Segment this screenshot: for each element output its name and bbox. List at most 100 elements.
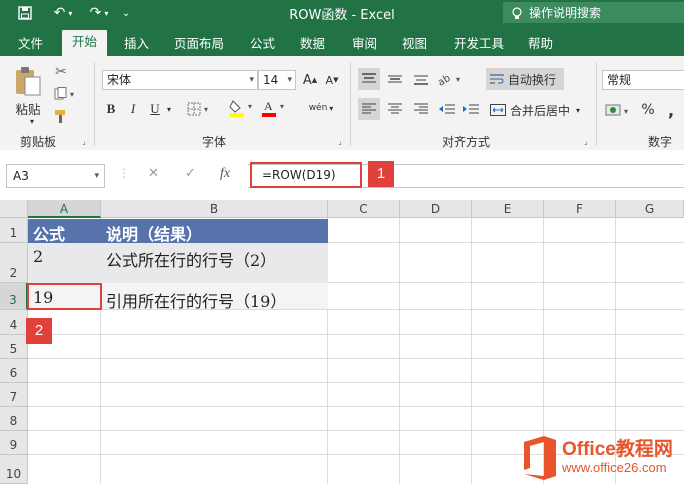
column-header-a[interactable]: A <box>28 200 101 218</box>
office-logo-icon <box>524 436 556 480</box>
paste-icon[interactable] <box>12 64 44 98</box>
tab-review[interactable]: 审阅 <box>352 33 377 52</box>
tab-insert[interactable]: 插入 <box>124 33 149 52</box>
font-color-icon[interactable]: A ▾ <box>260 98 290 118</box>
underline-button[interactable]: U <box>148 100 162 118</box>
borders-icon[interactable]: ▾ <box>186 100 214 118</box>
format-painter-icon[interactable] <box>52 108 70 124</box>
font-group-label: 字体 <box>202 135 227 149</box>
name-box[interactable]: A3 ▾ <box>6 164 105 188</box>
number-group-label: 数字 <box>648 135 673 149</box>
row-header-6[interactable]: 6 <box>0 359 28 383</box>
formula-input[interactable]: =ROW(D19) <box>250 162 362 188</box>
row-header-10[interactable]: 10 <box>0 455 28 484</box>
group-separator <box>596 62 597 146</box>
accounting-format-icon[interactable]: ▾ <box>604 100 634 120</box>
bold-button[interactable]: B <box>104 100 118 118</box>
align-bottom-icon[interactable] <box>410 68 432 90</box>
wrap-text-icon <box>490 73 504 85</box>
align-left-icon[interactable] <box>358 98 380 120</box>
svg-text:A: A <box>264 99 273 113</box>
cell-a1[interactable]: 公式 <box>33 221 65 245</box>
tab-file[interactable]: 文件 <box>18 33 43 52</box>
tell-me-label: 操作说明搜索 <box>529 6 602 20</box>
row-header-2[interactable]: 2 <box>0 243 28 283</box>
align-right-icon[interactable] <box>410 98 432 120</box>
cell-b2[interactable]: 公式所在行的行号（2） <box>106 247 276 271</box>
cut-icon[interactable]: ✂ <box>52 64 70 80</box>
tab-data[interactable]: 数据 <box>300 33 325 52</box>
row-header-1[interactable]: 1 <box>0 218 28 243</box>
svg-text:▾: ▾ <box>624 107 628 116</box>
align-top-icon[interactable] <box>358 68 380 90</box>
svg-text:▾: ▾ <box>70 90 74 99</box>
decrease-indent-icon[interactable] <box>436 98 458 120</box>
gridline <box>28 382 684 383</box>
increase-indent-icon[interactable] <box>460 98 482 120</box>
percent-style-button[interactable]: % <box>640 100 656 120</box>
insert-function-icon[interactable]: fx <box>220 166 230 182</box>
merge-center-label: 合并后居中 <box>510 103 571 118</box>
gridline <box>28 406 684 407</box>
align-center-icon[interactable] <box>384 98 406 120</box>
callout-badge-1: 1 <box>368 161 394 187</box>
copy-icon[interactable]: ▾ <box>52 86 78 102</box>
phonetic-guide-icon[interactable]: wén ▾ <box>306 98 336 118</box>
cancel-formula-icon[interactable]: ✕ <box>148 166 159 181</box>
number-format-select[interactable]: 常规 <box>602 70 684 90</box>
merge-dropdown-icon[interactable]: ▾ <box>576 106 580 115</box>
column-header-g[interactable]: G <box>616 200 684 218</box>
merge-center-icon <box>490 104 506 116</box>
svg-text:▾: ▾ <box>248 102 252 111</box>
row-header-4[interactable]: 4 <box>0 310 28 335</box>
tab-help[interactable]: 帮助 <box>528 33 553 52</box>
orientation-icon[interactable]: ab ▾ <box>436 68 466 90</box>
wrap-text-button[interactable]: 自动换行 <box>486 68 564 90</box>
column-header-c[interactable]: C <box>328 200 400 218</box>
cell-b1[interactable]: 说明（结果） <box>106 221 202 245</box>
fill-color-icon[interactable]: ▾ <box>228 98 258 118</box>
cell-a2[interactable]: 2 <box>33 247 43 266</box>
decrease-font-icon[interactable]: A ▼ <box>324 70 340 90</box>
row-header-3[interactable]: 3 <box>0 283 28 310</box>
callout-badge-2: 2 <box>26 318 52 344</box>
gridline <box>399 218 400 484</box>
gridline <box>28 358 684 359</box>
row-header-5[interactable]: 5 <box>0 335 28 359</box>
row-header-9[interactable]: 9 <box>0 431 28 455</box>
alignment-launcher-icon[interactable]: ⌟ <box>584 138 592 146</box>
row-header-8[interactable]: 8 <box>0 407 28 431</box>
italic-button[interactable]: I <box>126 100 140 118</box>
watermark-url: www.office26.com <box>562 460 667 475</box>
enter-formula-icon[interactable]: ✓ <box>185 166 196 181</box>
column-header-e[interactable]: E <box>472 200 544 218</box>
tell-me-search[interactable]: 操作说明搜索 <box>503 2 684 23</box>
column-header-b[interactable]: B <box>101 200 328 218</box>
ribbon-tabs: 文件 开始 插入 页面布局 公式 数据 审阅 视图 开发工具 帮助 <box>0 26 684 56</box>
underline-dropdown-icon[interactable]: ▾ <box>164 100 174 118</box>
comma-style-button[interactable]: , <box>664 100 678 120</box>
increase-font-icon[interactable]: A ▲ <box>302 70 318 90</box>
number-format-value: 常规 <box>607 73 632 87</box>
ribbon: 粘贴 ▾ ✂ ▾ 剪贴板 ⌟ 宋体 ▾ 14 ▾ A ▲ A ▼ B I U ▾ ▾ ▾… <box>0 56 684 151</box>
merge-center-button[interactable]: 合并后居中 ▾ <box>486 100 586 120</box>
font-size-select[interactable]: 14 ▾ <box>258 70 296 90</box>
paste-button[interactable]: 粘贴 <box>10 100 46 117</box>
watermark-logo: Office教程网 www.office26.com <box>518 432 684 484</box>
cell-b3[interactable]: 引用所在行的行号（19） <box>106 288 286 312</box>
tab-page-layout[interactable]: 页面布局 <box>174 33 224 52</box>
select-all-corner[interactable] <box>0 200 28 218</box>
tab-formulas[interactable]: 公式 <box>250 33 275 52</box>
column-header-f[interactable]: F <box>544 200 616 218</box>
column-header-d[interactable]: D <box>400 200 472 218</box>
tab-developer[interactable]: 开发工具 <box>454 33 504 52</box>
paste-dropdown-icon[interactable]: ▾ <box>26 116 38 126</box>
align-middle-icon[interactable] <box>384 68 406 90</box>
active-cell-highlight <box>27 283 102 310</box>
clipboard-launcher-icon[interactable]: ⌟ <box>82 138 90 146</box>
font-name-select[interactable]: 宋体 ▾ <box>102 70 258 90</box>
tab-home[interactable]: 开始 <box>62 30 108 56</box>
tab-view[interactable]: 视图 <box>402 33 427 52</box>
font-launcher-icon[interactable]: ⌟ <box>338 138 346 146</box>
row-header-7[interactable]: 7 <box>0 383 28 407</box>
